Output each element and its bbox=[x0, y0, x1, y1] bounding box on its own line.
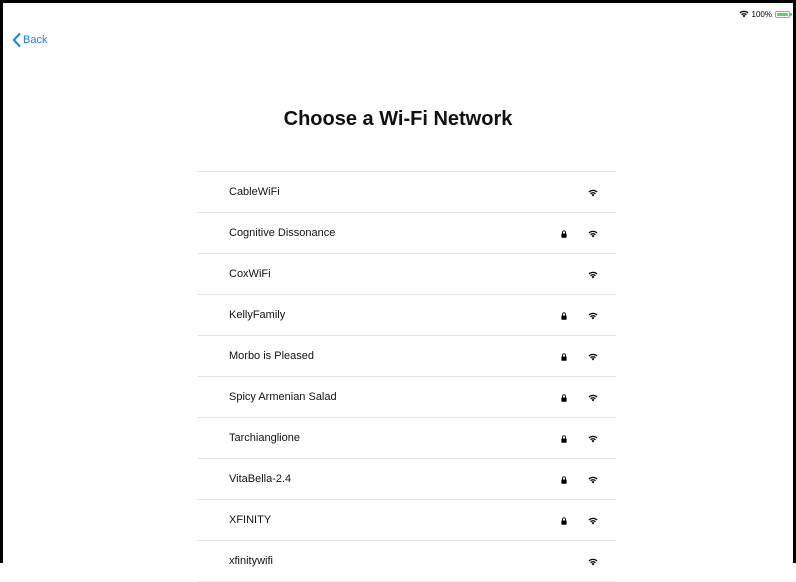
network-list: CableWiFi Cognitive Dissonance CoxWiFi K bbox=[198, 171, 616, 582]
wifi-icon bbox=[588, 312, 598, 320]
network-row[interactable]: KellyFamily bbox=[198, 295, 616, 336]
network-row[interactable]: xfinitywifi bbox=[198, 541, 616, 582]
lock-icon bbox=[561, 353, 567, 361]
network-name: Spicy Armenian Salad bbox=[229, 391, 337, 403]
network-row[interactable]: Tarchianglione bbox=[198, 418, 616, 459]
back-button[interactable]: Back bbox=[12, 32, 47, 48]
battery-fill bbox=[777, 12, 788, 16]
network-name: VitaBella-2.4 bbox=[229, 473, 292, 485]
network-name: xfinitywifi bbox=[229, 555, 274, 567]
lock-icon bbox=[561, 517, 567, 525]
chevron-left-icon bbox=[12, 33, 21, 47]
battery-tip bbox=[790, 13, 792, 16]
network-name: Morbo is Pleased bbox=[229, 350, 314, 362]
wifi-icon bbox=[739, 10, 749, 18]
network-name: Tarchianglione bbox=[229, 432, 300, 444]
network-row[interactable]: Spicy Armenian Salad bbox=[198, 377, 616, 418]
device-frame-top bbox=[0, 0, 796, 3]
wifi-icon bbox=[588, 517, 598, 525]
network-name: CableWiFi bbox=[229, 186, 280, 198]
lock-icon bbox=[561, 394, 567, 402]
wifi-icon bbox=[588, 353, 598, 361]
battery-icon bbox=[775, 10, 792, 18]
lock-icon bbox=[561, 476, 567, 484]
wifi-icon bbox=[588, 230, 598, 238]
network-name: CoxWiFi bbox=[229, 268, 271, 280]
page-title: Choose a Wi-Fi Network bbox=[283, 108, 513, 130]
wifi-icon bbox=[588, 271, 598, 279]
status-bar: 100% bbox=[739, 8, 792, 20]
lock-icon bbox=[561, 312, 567, 320]
lock-icon bbox=[561, 435, 567, 443]
network-row[interactable]: VitaBella-2.4 bbox=[198, 459, 616, 500]
battery-percentage: 100% bbox=[751, 9, 772, 19]
network-name: KellyFamily bbox=[229, 309, 286, 321]
network-name: XFINITY bbox=[229, 514, 272, 526]
wifi-icon bbox=[588, 476, 598, 484]
network-row[interactable]: Morbo is Pleased bbox=[198, 336, 616, 377]
lock-icon bbox=[561, 230, 567, 238]
wifi-icon bbox=[588, 435, 598, 443]
network-name: Cognitive Dissonance bbox=[229, 227, 336, 239]
network-row[interactable]: CableWiFi bbox=[198, 172, 616, 213]
network-row[interactable]: CoxWiFi bbox=[198, 254, 616, 295]
wifi-icon bbox=[588, 558, 598, 566]
device-frame-left bbox=[0, 0, 3, 563]
network-row[interactable]: Cognitive Dissonance bbox=[198, 213, 616, 254]
wifi-icon bbox=[588, 394, 598, 402]
back-label: Back bbox=[23, 34, 48, 46]
wifi-icon bbox=[588, 189, 598, 197]
network-row[interactable]: XFINITY bbox=[198, 500, 616, 541]
